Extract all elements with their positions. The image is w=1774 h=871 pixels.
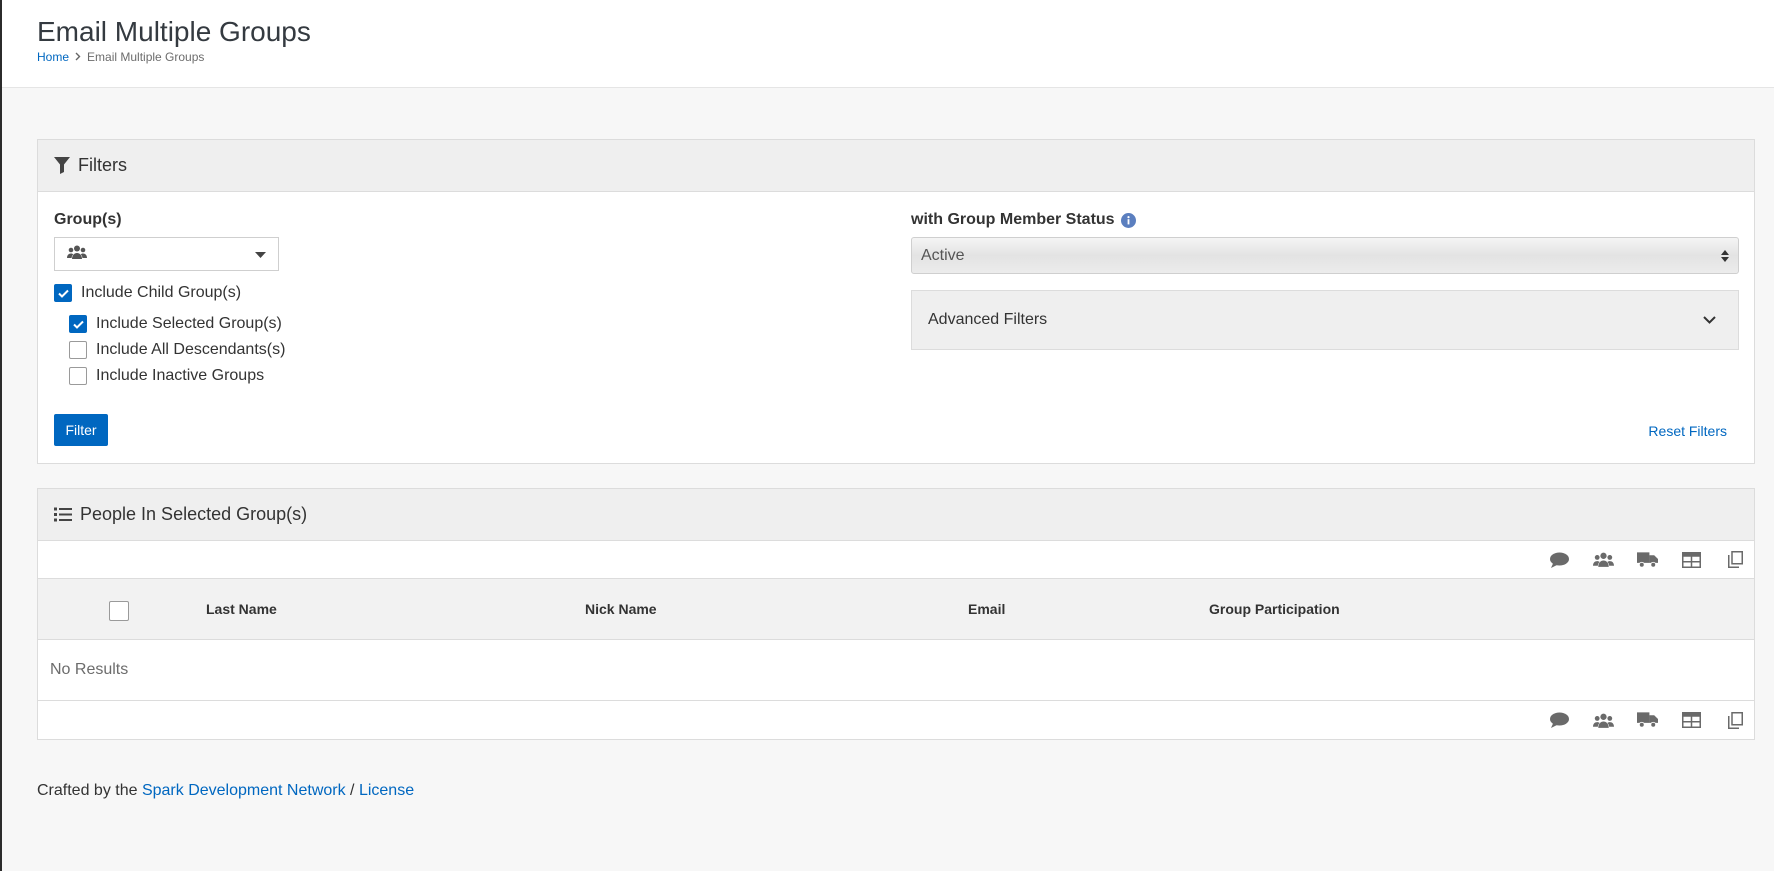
chevron-down-icon bbox=[1703, 316, 1716, 324]
include-all-descendants-checkbox[interactable]: Include All Descendants(s) bbox=[69, 341, 285, 359]
footer-prefix: Crafted by the bbox=[37, 782, 138, 799]
people-panel: People In Selected Group(s) Last Name Ni… bbox=[37, 488, 1755, 740]
filter-button[interactable]: Filter bbox=[54, 414, 108, 446]
group-member-status-label: with Group Member Status bbox=[911, 211, 1136, 229]
column-header-group-participation[interactable]: Group Participation bbox=[1209, 601, 1340, 617]
group-member-status-select[interactable]: Active bbox=[911, 237, 1739, 274]
chevron-right-icon bbox=[75, 50, 81, 64]
people-title: People In Selected Group(s) bbox=[80, 504, 308, 524]
groups-label: Group(s) bbox=[54, 211, 122, 228]
checkbox-empty-icon bbox=[69, 367, 87, 385]
page-title: Email Multiple Groups bbox=[37, 16, 311, 47]
no-results-text: No Results bbox=[50, 661, 129, 678]
page-footer: Crafted by the Spark Development Network… bbox=[37, 782, 414, 800]
group-member-status-text: with Group Member Status bbox=[911, 211, 1115, 228]
filters-panel: Filters Group(s) Include Child Group(s) … bbox=[37, 139, 1755, 464]
breadcrumb: Home Email Multiple Groups bbox=[37, 50, 204, 64]
column-header-nick-name[interactable]: Nick Name bbox=[585, 601, 657, 617]
list-icon bbox=[54, 507, 72, 522]
status-select-value: Active bbox=[921, 246, 965, 264]
include-child-groups-label: Include Child Group(s) bbox=[81, 284, 242, 301]
include-all-descendants-label: Include All Descendants(s) bbox=[96, 341, 286, 358]
group-icon[interactable] bbox=[1593, 711, 1614, 730]
advanced-filters-toggle[interactable]: Advanced Filters bbox=[911, 290, 1739, 350]
communicate-icon[interactable] bbox=[1549, 550, 1570, 569]
caret-down-icon bbox=[255, 245, 266, 263]
grid-empty-row: No Results bbox=[38, 640, 1754, 701]
select-all-checkbox[interactable] bbox=[109, 601, 129, 621]
checkbox-checked-icon bbox=[69, 315, 87, 333]
select-arrows-icon bbox=[1721, 249, 1729, 263]
people-panel-heading: People In Selected Group(s) bbox=[38, 489, 1754, 541]
merge-template-icon[interactable] bbox=[1725, 711, 1746, 730]
include-selected-groups-label: Include Selected Group(s) bbox=[96, 315, 282, 332]
info-icon[interactable] bbox=[1120, 212, 1136, 228]
communicate-icon[interactable] bbox=[1549, 711, 1570, 730]
filters-title: Filters bbox=[78, 155, 127, 175]
excel-icon[interactable] bbox=[1681, 711, 1702, 730]
license-link[interactable]: License bbox=[359, 782, 414, 799]
breadcrumb-home-link[interactable]: Home bbox=[37, 50, 69, 64]
spark-network-link[interactable]: Spark Development Network bbox=[142, 782, 346, 799]
include-inactive-groups-checkbox[interactable]: Include Inactive Groups bbox=[69, 367, 264, 385]
group-picker[interactable] bbox=[54, 237, 279, 271]
group-icon[interactable] bbox=[1593, 550, 1614, 569]
grid-header-row: Last Name Nick Name Email Group Particip… bbox=[38, 579, 1754, 640]
column-header-email[interactable]: Email bbox=[968, 601, 1005, 617]
footer-separator: / bbox=[350, 782, 355, 799]
group-icon bbox=[67, 245, 87, 264]
checkbox-checked-icon bbox=[54, 284, 72, 302]
include-child-groups-checkbox[interactable]: Include Child Group(s) bbox=[54, 284, 241, 302]
page-header: Email Multiple Groups Home Email Multipl… bbox=[2, 0, 1774, 88]
filters-panel-heading: Filters bbox=[38, 140, 1754, 192]
truck-icon[interactable] bbox=[1637, 550, 1658, 569]
truck-icon[interactable] bbox=[1637, 711, 1658, 730]
include-inactive-groups-label: Include Inactive Groups bbox=[96, 367, 265, 384]
checkbox-empty-icon bbox=[69, 341, 87, 359]
column-header-last-name[interactable]: Last Name bbox=[206, 601, 277, 617]
grid-actions-top bbox=[38, 541, 1754, 579]
advanced-filters-label: Advanced Filters bbox=[928, 311, 1048, 328]
breadcrumb-current: Email Multiple Groups bbox=[87, 50, 205, 64]
include-selected-groups-checkbox[interactable]: Include Selected Group(s) bbox=[69, 315, 282, 333]
left-rail bbox=[0, 0, 2, 871]
filter-icon bbox=[54, 157, 70, 174]
merge-template-icon[interactable] bbox=[1725, 550, 1746, 569]
excel-icon[interactable] bbox=[1681, 550, 1702, 569]
grid-actions-bottom bbox=[38, 701, 1754, 739]
reset-filters-link[interactable]: Reset Filters bbox=[1648, 423, 1727, 439]
